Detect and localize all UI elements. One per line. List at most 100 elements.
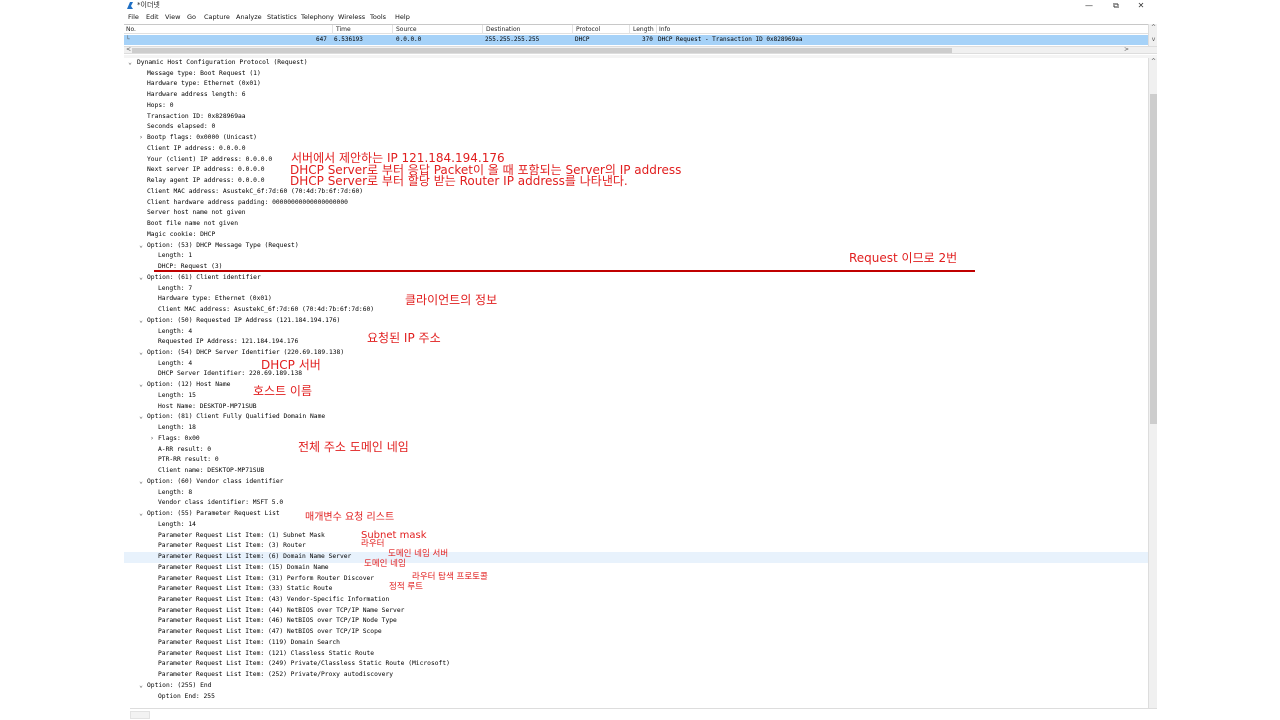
- column-protocol[interactable]: Protocol: [576, 25, 600, 34]
- tree-field[interactable]: Hardware type: Ethernet (0x01): [124, 294, 1148, 305]
- tree-field[interactable]: Option End: 255: [124, 692, 1148, 703]
- menu-file[interactable]: File: [128, 12, 139, 23]
- tree-field[interactable]: Client name: DESKTOP-MP71SUB: [124, 466, 1148, 477]
- details-scrollbar[interactable]: ^: [1148, 58, 1157, 708]
- restore-button[interactable]: ⧉: [1104, 0, 1128, 12]
- chevron-right-icon[interactable]: ›: [148, 434, 156, 445]
- chevron-down-icon[interactable]: ⌄: [137, 380, 145, 391]
- scroll-right-icon[interactable]: >: [1122, 46, 1131, 54]
- menu-go[interactable]: Go: [187, 12, 196, 23]
- scroll-up-icon[interactable]: ^: [1149, 24, 1158, 32]
- tree-field[interactable]: Parameter Request List Item: (6) Domain …: [124, 552, 1148, 563]
- tree-field[interactable]: Parameter Request List Item: (119) Domai…: [124, 638, 1148, 649]
- column-destination[interactable]: Destination: [486, 25, 520, 34]
- packet-list-scrollbar[interactable]: ^ v: [1148, 24, 1157, 46]
- hscroll-thumb[interactable]: [132, 48, 952, 53]
- menu-telephony[interactable]: Telephony: [301, 12, 334, 23]
- tree-line-text: Next server IP address: 0.0.0.0: [147, 166, 265, 174]
- tree-node[interactable]: ⌄ Option: (60) Vendor class identifier: [124, 477, 1148, 488]
- tree-field[interactable]: Parameter Request List Item: (47) NetBIO…: [124, 627, 1148, 638]
- tree-node[interactable]: ⌄ Option: (55) Parameter Request List: [124, 509, 1148, 520]
- tree-field[interactable]: Parameter Request List Item: (33) Static…: [124, 584, 1148, 595]
- tree-node[interactable]: › Flags: 0x00: [124, 434, 1148, 445]
- tree-field[interactable]: Parameter Request List Item: (46) NetBIO…: [124, 616, 1148, 627]
- cell-length: 370: [642, 36, 653, 43]
- chevron-down-icon[interactable]: ⌄: [137, 477, 145, 488]
- chevron-down-icon[interactable]: ⌄: [137, 273, 145, 284]
- tree-field[interactable]: Length: 7: [124, 284, 1148, 295]
- tree-line-text: Option: (61) Client identifier: [147, 273, 261, 281]
- tree-node[interactable]: ⌄ Option: (255) End: [124, 681, 1148, 692]
- tree-node[interactable]: ⌄ Dynamic Host Configuration Protocol (Re…: [124, 58, 1148, 69]
- menu-edit[interactable]: Edit: [146, 12, 159, 23]
- tree-field[interactable]: Magic cookie: DHCP: [124, 230, 1148, 241]
- column-no[interactable]: No.: [126, 25, 136, 34]
- tree-field[interactable]: Client hardware address padding: 0000000…: [124, 198, 1148, 209]
- packet-list-hscrollbar[interactable]: < >: [124, 46, 1157, 54]
- tree-node[interactable]: ⌄ Option: (61) Client identifier: [124, 273, 1148, 284]
- chevron-down-icon[interactable]: ⌄: [137, 316, 145, 327]
- tree-field[interactable]: Parameter Request List Item: (249) Priva…: [124, 659, 1148, 670]
- scroll-down-icon[interactable]: v: [1149, 36, 1158, 44]
- chevron-down-icon[interactable]: ⌄: [126, 58, 134, 69]
- tree-field[interactable]: PTR-RR result: 0: [124, 455, 1148, 466]
- tree-field[interactable]: Parameter Request List Item: (44) NetBIO…: [124, 606, 1148, 617]
- details-scroll-thumb[interactable]: [1150, 94, 1157, 424]
- tree-field[interactable]: Client MAC address: AsustekC_6f:7d:60 (7…: [124, 305, 1148, 316]
- tree-field[interactable]: Hardware address length: 6: [124, 90, 1148, 101]
- tree-field[interactable]: Parameter Request List Item: (121) Class…: [124, 649, 1148, 660]
- tree-field[interactable]: Length: 1: [124, 251, 1148, 262]
- tree-field[interactable]: A-RR result: 0: [124, 445, 1148, 456]
- tree-node[interactable]: › Bootp flags: 0x0000 (Unicast): [124, 133, 1148, 144]
- tree-field[interactable]: Hops: 0: [124, 101, 1148, 112]
- tree-field[interactable]: Parameter Request List Item: (43) Vendor…: [124, 595, 1148, 606]
- tree-field[interactable]: Vendor class identifier: MSFT 5.0: [124, 498, 1148, 509]
- tree-field[interactable]: Length: 14: [124, 520, 1148, 531]
- tree-node[interactable]: ⌄ Option: (81) Client Fully Qualified Dom…: [124, 412, 1148, 423]
- tree-field[interactable]: Length: 18: [124, 423, 1148, 434]
- tree-field[interactable]: Length: 4: [124, 327, 1148, 338]
- tree-node[interactable]: ⌄ Option: (50) Requested IP Address (121.…: [124, 316, 1148, 327]
- tree-field[interactable]: Parameter Request List Item: (3) Router: [124, 541, 1148, 552]
- menu-capture[interactable]: Capture: [204, 12, 230, 23]
- chevron-down-icon[interactable]: ⌄: [137, 241, 145, 252]
- tree-field[interactable]: Client IP address: 0.0.0.0: [124, 144, 1148, 155]
- tree-field[interactable]: Hardware type: Ethernet (0x01): [124, 79, 1148, 90]
- column-time[interactable]: Time: [336, 25, 351, 34]
- menu-wireless[interactable]: Wireless: [338, 12, 365, 23]
- menu-tools[interactable]: Tools: [370, 12, 386, 23]
- chevron-down-icon[interactable]: ⌄: [137, 348, 145, 359]
- tree-field[interactable]: Requested IP Address: 121.184.194.176: [124, 337, 1148, 348]
- tree-field[interactable]: Parameter Request List Item: (252) Priva…: [124, 670, 1148, 681]
- tree-field[interactable]: Client MAC address: AsustekC_6f:7d:60 (7…: [124, 187, 1148, 198]
- column-source[interactable]: Source: [396, 25, 417, 34]
- column-separator: [629, 25, 630, 34]
- tree-field[interactable]: Seconds elapsed: 0: [124, 122, 1148, 133]
- chevron-down-icon[interactable]: ⌄: [137, 412, 145, 423]
- minimize-button[interactable]: —: [1077, 0, 1101, 12]
- packet-row-selected[interactable]: └ 647 6.536193 0.0.0.0 255.255.255.255 D…: [124, 35, 1148, 45]
- tree-field[interactable]: Message type: Boot Request (1): [124, 69, 1148, 80]
- tree-field[interactable]: Server host name not given: [124, 208, 1148, 219]
- tree-field[interactable]: Length: 8: [124, 488, 1148, 499]
- column-length[interactable]: Length: [633, 25, 654, 34]
- menu-statistics[interactable]: Statistics: [267, 12, 297, 23]
- chevron-down-icon[interactable]: ⌄: [137, 509, 145, 520]
- tree-field[interactable]: Host Name: DESKTOP-MP71SUB: [124, 402, 1148, 413]
- column-info[interactable]: Info: [659, 25, 670, 34]
- menu-view[interactable]: View: [165, 12, 180, 23]
- tree-field[interactable]: Transaction ID: 0x828969aa: [124, 112, 1148, 123]
- tree-field[interactable]: Boot file name not given: [124, 219, 1148, 230]
- menu-help[interactable]: Help: [395, 12, 410, 23]
- close-button[interactable]: ✕: [1129, 0, 1153, 12]
- menu-analyze[interactable]: Analyze: [236, 12, 262, 23]
- tree-node[interactable]: ⌄ Option: (53) DHCP Message Type (Request…: [124, 241, 1148, 252]
- scroll-up-icon[interactable]: ^: [1149, 58, 1158, 66]
- tree-field[interactable]: Parameter Request List Item: (15) Domain…: [124, 563, 1148, 574]
- tree-field[interactable]: Parameter Request List Item: (1) Subnet …: [124, 531, 1148, 542]
- annotation-relay-agent: DHCP Server로 부터 할당 받는 Router IP address를…: [290, 174, 628, 188]
- tree-field[interactable]: Parameter Request List Item: (31) Perfor…: [124, 574, 1148, 585]
- chevron-right-icon[interactable]: ›: [137, 133, 145, 144]
- chevron-down-icon[interactable]: ⌄: [137, 681, 145, 692]
- tree-field[interactable]: Relay agent IP address: 0.0.0.0: [124, 176, 1148, 187]
